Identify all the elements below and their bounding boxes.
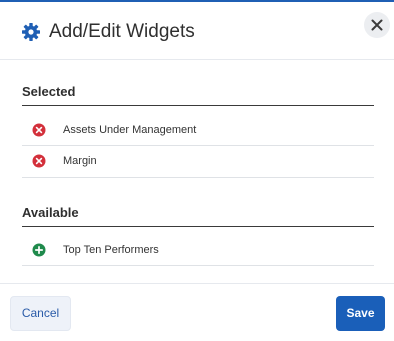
selected-section-label: Selected bbox=[22, 84, 76, 99]
dialog-header: Add/Edit Widgets bbox=[0, 2, 394, 60]
available-section-label: Available bbox=[22, 205, 79, 220]
row-divider bbox=[22, 177, 374, 178]
selected-widget-row: Margin bbox=[22, 146, 374, 176]
close-button[interactable] bbox=[364, 12, 390, 38]
cancel-button[interactable]: Cancel bbox=[10, 296, 71, 331]
selected-divider bbox=[22, 105, 374, 106]
remove-circle-icon[interactable] bbox=[32, 123, 46, 137]
add-circle-icon[interactable] bbox=[32, 243, 46, 257]
remove-circle-icon[interactable] bbox=[32, 154, 46, 168]
row-divider bbox=[22, 265, 374, 266]
save-button[interactable]: Save bbox=[336, 296, 385, 331]
footer-divider bbox=[0, 283, 394, 284]
gear-icon bbox=[21, 22, 41, 42]
close-icon bbox=[371, 19, 383, 31]
widget-label: Margin bbox=[63, 155, 97, 167]
available-widget-row: Top Ten Performers bbox=[22, 235, 374, 265]
selected-widget-row: Assets Under Management bbox=[22, 115, 374, 145]
widget-label: Top Ten Performers bbox=[63, 244, 159, 256]
widget-label: Assets Under Management bbox=[63, 124, 197, 136]
available-divider bbox=[22, 226, 374, 227]
dialog-title: Add/Edit Widgets bbox=[49, 21, 195, 42]
add-edit-widgets-dialog: Add/Edit Widgets Selected Assets Under M… bbox=[0, 0, 394, 341]
